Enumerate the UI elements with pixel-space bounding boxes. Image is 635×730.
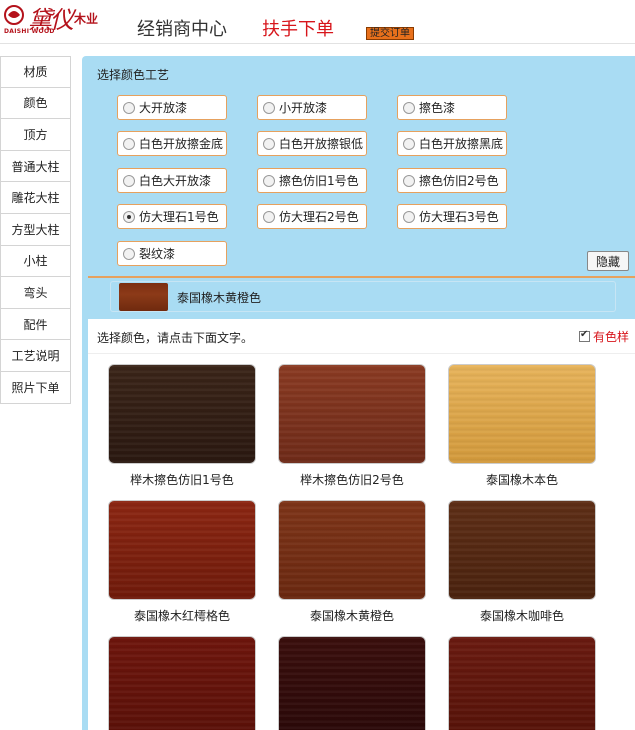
submit-order-button[interactable]: 提交订单 <box>366 27 414 40</box>
sidebar-item-craft-info[interactable]: 工艺说明 <box>0 340 71 372</box>
brand-logo[interactable]: 黛仪 木业 DAISHI WOOD <box>2 2 114 40</box>
radio-checked-icon[interactable] <box>123 210 135 223</box>
craft-section-title: 选择颜色工艺 <box>97 68 170 82</box>
color-swatch-card[interactable]: 泰国橡木红樗格色 <box>108 500 278 625</box>
color-swatch-card[interactable]: 泰国橡木本色 <box>448 364 618 489</box>
craft-option-antique-1[interactable]: 擦色仿旧1号色 <box>257 168 367 193</box>
radio-icon[interactable] <box>123 137 135 150</box>
craft-option-label: 白色开放擦银低 <box>279 137 364 151</box>
craft-option-label: 擦色仿旧1号色 <box>279 174 359 188</box>
craft-option-marble-1[interactable]: 仿大理石1号色 <box>117 204 227 229</box>
craft-option-label: 白色开放擦黑底 <box>419 137 504 151</box>
color-swatch-card[interactable]: 泰国橡木黄橙色 <box>278 500 448 625</box>
sidebar-item-photo-order[interactable]: 照片下单 <box>0 371 71 404</box>
color-swatch-label[interactable]: 榉木擦色仿旧1号色 <box>108 471 256 488</box>
craft-option-small-open[interactable]: 小开放漆 <box>257 95 367 120</box>
color-swatch-label[interactable]: 泰国橡木黄橙色 <box>278 607 426 624</box>
radio-icon[interactable] <box>263 174 275 187</box>
selected-color-swatch <box>119 283 168 311</box>
color-sample-toggle[interactable]: 有色样 <box>579 328 629 345</box>
color-selection-panel: 选择颜色，请点击下面文字。 有色样 榉木擦色仿旧1号色 榉木擦色仿旧2号色 泰国… <box>88 319 635 730</box>
craft-option-label: 白色开放擦金底 <box>139 137 224 151</box>
craft-option-antique-2[interactable]: 擦色仿旧2号色 <box>397 168 507 193</box>
color-swatch-card[interactable] <box>108 636 278 730</box>
sidebar-nav: 材质 颜色 顶方 普通大柱 雕花大柱 方型大柱 小柱 弯头 配件 工艺说明 照片… <box>0 56 71 404</box>
radio-icon[interactable] <box>123 174 135 187</box>
color-swatch-image[interactable] <box>108 364 256 464</box>
color-swatch-image[interactable] <box>278 500 426 600</box>
craft-option-crackle[interactable]: 裂纹漆 <box>117 241 227 266</box>
color-swatch-label[interactable]: 泰国橡木咖啡色 <box>448 607 596 624</box>
craft-option-marble-3[interactable]: 仿大理石3号色 <box>397 204 507 229</box>
craft-option-large-open[interactable]: 大开放漆 <box>117 95 227 120</box>
sidebar-item-accessories[interactable]: 配件 <box>0 308 71 341</box>
sidebar-item-elbow[interactable]: 弯头 <box>0 277 71 309</box>
color-swatch-card[interactable]: 泰国橡木咖啡色 <box>448 500 618 625</box>
craft-option-label: 擦色漆 <box>419 101 456 115</box>
craft-option-white-gold[interactable]: 白色开放擦金底 <box>117 131 227 156</box>
panel-divider <box>88 353 635 354</box>
craft-option-label: 白色大开放漆 <box>139 174 212 188</box>
radio-icon[interactable] <box>263 137 275 150</box>
color-swatch-card[interactable] <box>448 636 618 730</box>
sidebar-item-square-post[interactable]: 方型大柱 <box>0 213 71 246</box>
sidebar-item-baluster[interactable]: 小柱 <box>0 245 71 278</box>
craft-option-wipe-stain[interactable]: 擦色漆 <box>397 95 507 120</box>
color-pick-hint: 选择颜色，请点击下面文字。 <box>97 331 254 345</box>
radio-icon[interactable] <box>403 174 415 187</box>
craft-option-white-black[interactable]: 白色开放擦黑底 <box>397 131 507 156</box>
radio-icon[interactable] <box>403 137 415 150</box>
nav-handrail-order[interactable]: 扶手下单 <box>262 15 334 41</box>
color-swatch-card[interactable] <box>278 636 448 730</box>
top-header: 黛仪 木业 DAISHI WOOD 经销商中心 扶手下单 提交订单 <box>0 0 635 44</box>
color-swatch-label[interactable]: 泰国橡木红樗格色 <box>108 607 256 624</box>
craft-option-label: 大开放漆 <box>139 101 188 115</box>
color-swatch-image[interactable] <box>448 364 596 464</box>
section-divider <box>88 276 635 278</box>
color-swatch-image[interactable] <box>108 500 256 600</box>
color-swatch-card[interactable]: 榉木擦色仿旧2号色 <box>278 364 448 489</box>
main-panel: 选择颜色工艺 大开放漆 小开放漆 擦色漆 白色开放擦金底 白色开放擦银低 白色开… <box>82 56 635 730</box>
radio-icon[interactable] <box>263 101 275 114</box>
craft-option-label: 仿大理石1号色 <box>139 210 219 224</box>
craft-option-label: 小开放漆 <box>279 101 328 115</box>
color-swatch-label[interactable]: 榉木擦色仿旧2号色 <box>278 471 426 488</box>
craft-option-marble-2[interactable]: 仿大理石2号色 <box>257 204 367 229</box>
color-swatch-image[interactable] <box>108 636 256 730</box>
color-swatch-image[interactable] <box>448 500 596 600</box>
sidebar-item-top-cap[interactable]: 顶方 <box>0 119 71 151</box>
radio-icon[interactable] <box>403 101 415 114</box>
selected-color-bar: 泰国橡木黄橙色 <box>110 281 616 312</box>
brand-name-en: DAISHI WOOD <box>4 28 55 35</box>
radio-icon[interactable] <box>123 247 135 260</box>
selected-color-label: 泰国橡木黄橙色 <box>177 291 262 305</box>
color-swatch-image[interactable] <box>448 636 596 730</box>
sidebar-item-standard-post[interactable]: 普通大柱 <box>0 150 71 183</box>
color-swatch-label[interactable]: 泰国橡木本色 <box>448 471 596 488</box>
hide-button[interactable]: 隐藏 <box>587 251 629 271</box>
color-sample-label: 有色样 <box>593 330 630 344</box>
radio-icon[interactable] <box>403 210 415 223</box>
craft-option-label: 仿大理石3号色 <box>419 210 499 224</box>
brand-suffix: 木业 <box>74 12 99 26</box>
radio-icon[interactable] <box>123 101 135 114</box>
checkbox-checked-icon[interactable] <box>579 329 590 342</box>
color-swatch-card[interactable]: 榉木擦色仿旧1号色 <box>108 364 278 489</box>
craft-option-label: 裂纹漆 <box>139 247 176 261</box>
craft-option-white-large-open[interactable]: 白色大开放漆 <box>117 168 227 193</box>
nav-dealer-center[interactable]: 经销商中心 <box>137 15 227 41</box>
sidebar-item-carved-post[interactable]: 雕花大柱 <box>0 182 71 214</box>
color-swatch-image[interactable] <box>278 364 426 464</box>
craft-option-label: 仿大理石2号色 <box>279 210 359 224</box>
sidebar-item-color[interactable]: 颜色 <box>0 87 71 120</box>
craft-option-label: 擦色仿旧2号色 <box>419 174 499 188</box>
craft-option-white-silver[interactable]: 白色开放擦银低 <box>257 131 367 156</box>
sidebar-item-material[interactable]: 材质 <box>0 56 71 88</box>
radio-icon[interactable] <box>263 210 275 223</box>
color-swatch-image[interactable] <box>278 636 426 730</box>
